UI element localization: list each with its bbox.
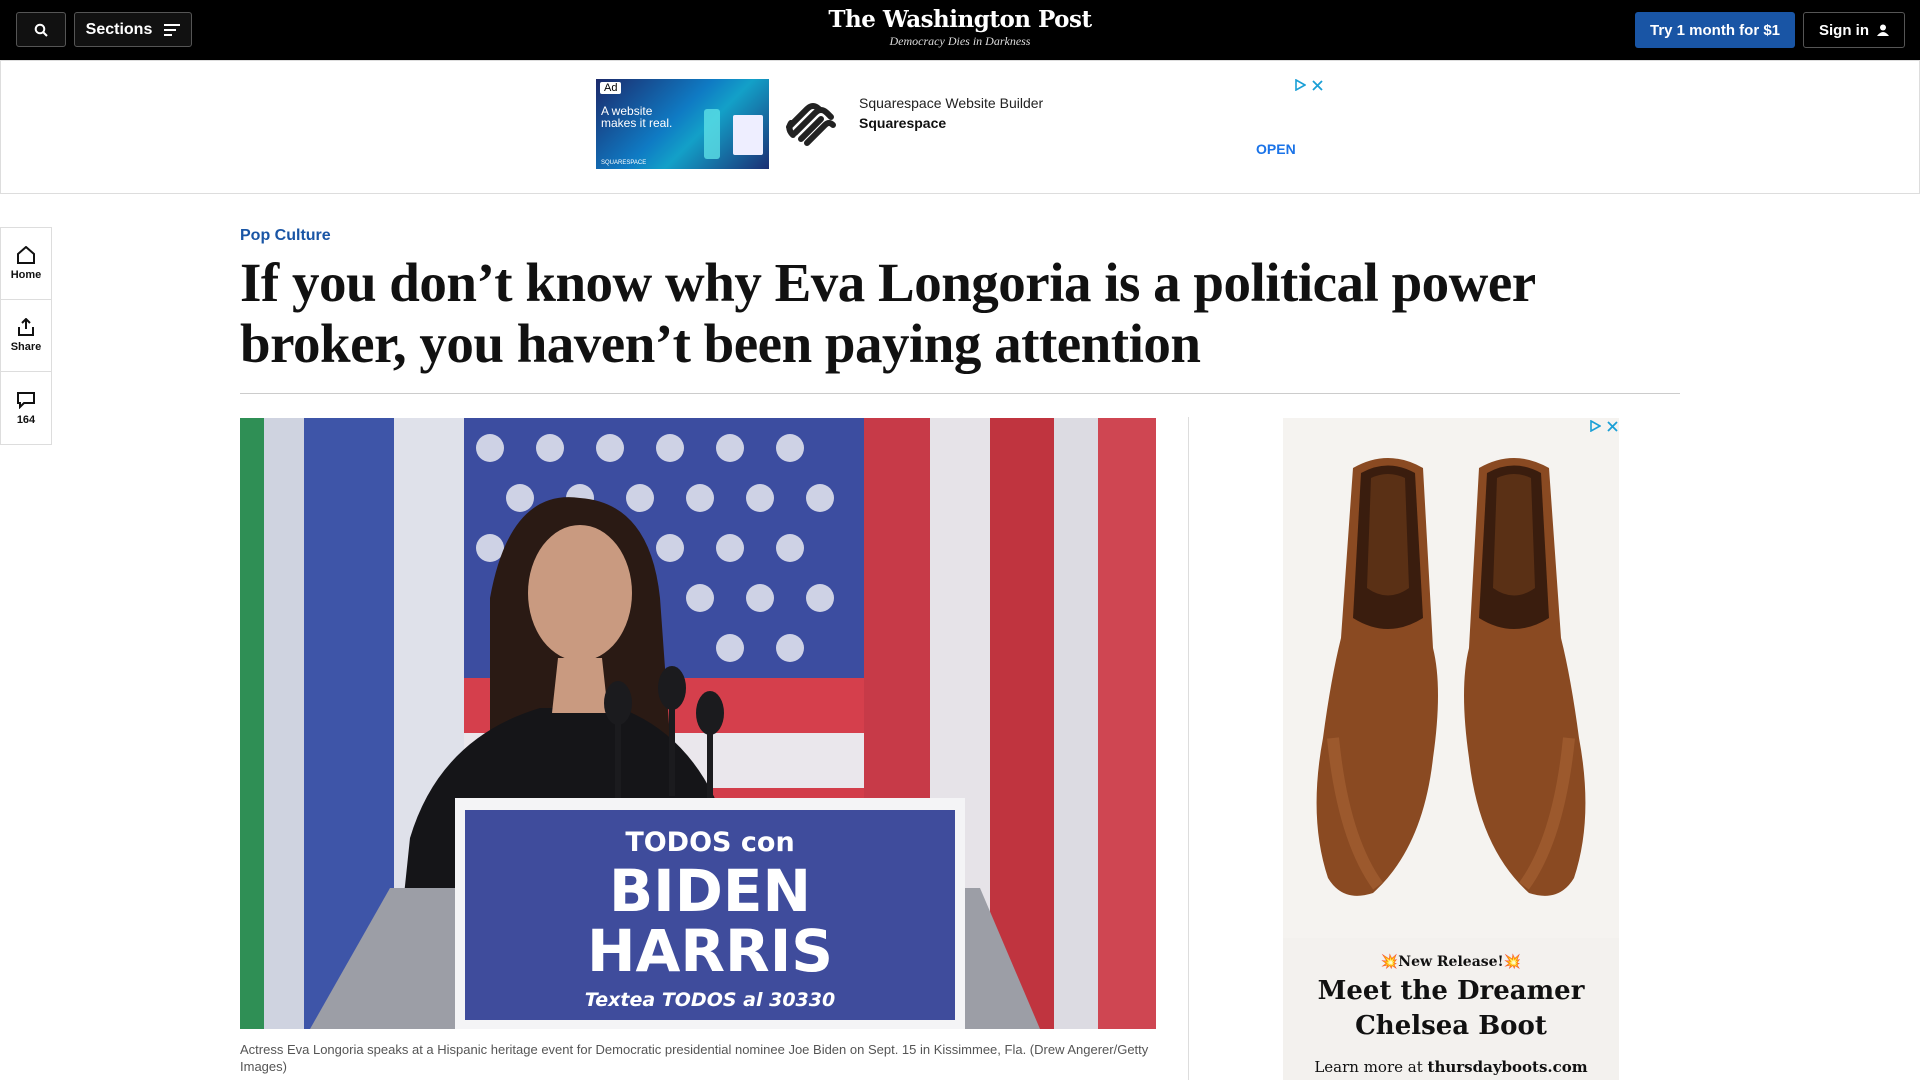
logo-tagline: Democracy Dies in Darkness	[889, 34, 1031, 48]
section-kicker-link[interactable]: Pop Culture	[240, 227, 331, 245]
hamburger-menu-icon	[164, 23, 181, 36]
sign-in-button[interactable]: Sign in	[1803, 12, 1905, 48]
search-button[interactable]	[16, 12, 66, 47]
side-ad-learn-prefix: Learn more at	[1314, 1058, 1428, 1076]
squarespace-ad[interactable]: Ad A website makes it real. SQUARESPACE …	[596, 79, 1326, 171]
thursday-boots-ad[interactable]: 💥New Release!💥 Meet the Dreamer Chelsea …	[1283, 418, 1619, 1080]
sign-line-4: Textea TODOS al 30330	[585, 989, 835, 1011]
sign-line-3: HARRIS	[587, 917, 833, 985]
ad-device-image	[733, 115, 763, 155]
adchoices-icon[interactable]	[1589, 420, 1601, 432]
close-ad-icon[interactable]	[1607, 420, 1618, 432]
ad-advertiser: Squarespace	[859, 115, 947, 131]
ad-badge: Ad	[600, 82, 622, 94]
side-ad-headline-line1: Meet the Dreamer	[1317, 976, 1585, 1006]
ad-thumb-text: A website makes it real.	[601, 104, 673, 130]
close-ad-icon[interactable]	[1312, 79, 1323, 91]
sign-line-2: BIDEN	[609, 857, 811, 925]
comment-icon	[17, 391, 35, 409]
rail-home-button[interactable]: Home	[1, 228, 51, 300]
article-headline: If you don’t know why Eva Longoria is a …	[240, 252, 1535, 374]
side-ad-new-release: 💥New Release!💥	[1380, 954, 1522, 970]
logo-title: The Washington Post	[828, 6, 1092, 33]
user-icon	[1877, 24, 1889, 36]
ad-thumb-footer: SQUARESPACE	[601, 160, 647, 166]
ad-open-button[interactable]: OPEN	[1256, 141, 1296, 157]
side-ad-learn-site: thursdayboots.com	[1427, 1058, 1588, 1076]
squarespace-logo-icon	[786, 103, 836, 146]
top-ad-banner: Ad A website makes it real. SQUARESPACE …	[0, 60, 1920, 194]
rail-comments-button[interactable]: 164	[1, 372, 51, 444]
sign-in-label: Sign in	[1819, 21, 1869, 39]
article-tools-rail: Home Share 164	[0, 227, 52, 445]
sign-line-1: TODOS con	[625, 827, 794, 858]
ad-choices[interactable]	[1294, 79, 1323, 91]
ad-thumbnail[interactable]: Ad A website makes it real. SQUARESPACE	[596, 79, 769, 169]
lead-photo-illustration: TODOS con BIDEN HARRIS Textea TODOS al 3…	[240, 418, 1156, 1029]
ad-product-image	[704, 109, 720, 159]
rail-share-label: Share	[10, 341, 42, 353]
site-logo[interactable]: The Washington Post Democracy Dies in Da…	[760, 6, 1160, 49]
search-icon	[34, 23, 48, 37]
home-icon	[17, 246, 35, 264]
adchoices-icon[interactable]	[1294, 79, 1306, 91]
lead-photo[interactable]: TODOS con BIDEN HARRIS Textea TODOS al 3…	[240, 418, 1156, 1029]
column-divider	[1188, 417, 1189, 1080]
sections-menu-button[interactable]: Sections	[74, 12, 192, 47]
rail-share-button[interactable]: Share	[1, 300, 51, 372]
photo-caption: Actress Eva Longoria speaks at a Hispani…	[240, 1042, 1149, 1074]
ad-headline: Squarespace Website Builder	[859, 95, 1044, 111]
share-icon	[18, 318, 34, 336]
subscribe-button[interactable]: Try 1 month for $1	[1635, 12, 1795, 48]
side-ad-headline: Meet the Dreamer Chelsea Boot	[1283, 974, 1619, 1044]
side-ad-headline-line2: Chelsea Boot	[1355, 1011, 1547, 1041]
rail-home-label: Home	[10, 269, 42, 281]
comment-count: 164	[16, 413, 36, 426]
top-navigation-bar: Sections The Washington Post Democracy D…	[0, 0, 1920, 60]
side-ad-learn-more[interactable]: Learn more at thursdayboots.com	[1283, 1058, 1619, 1076]
headline-divider	[240, 393, 1680, 394]
boots-product-image	[1283, 418, 1619, 938]
sections-label: Sections	[85, 20, 153, 38]
side-ad-choices[interactable]	[1589, 420, 1618, 432]
